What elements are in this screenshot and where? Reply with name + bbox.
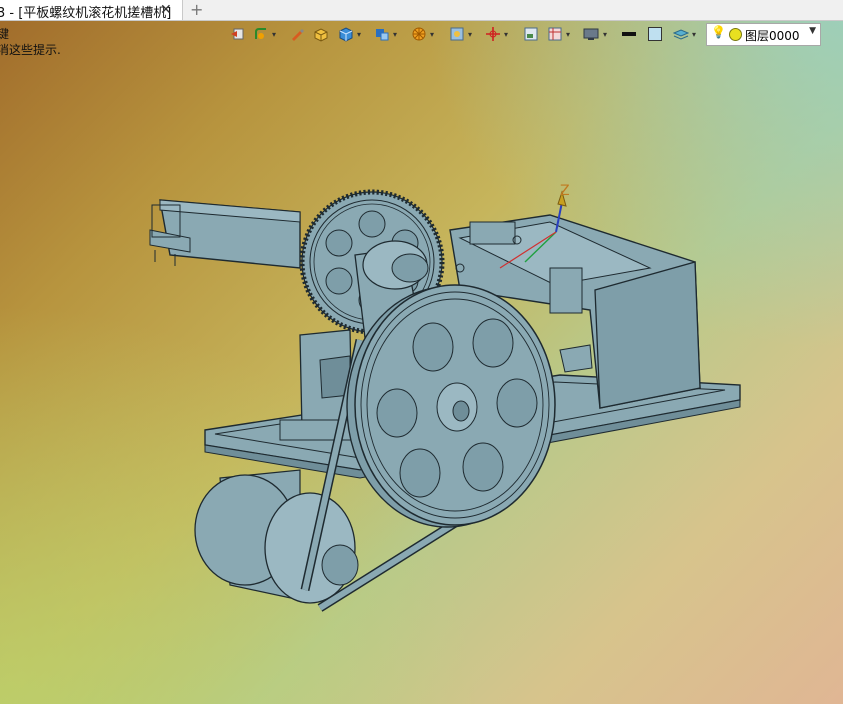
color-icon[interactable]: [646, 25, 664, 43]
layer-stack-icon[interactable]: [672, 25, 690, 43]
pulley: [346, 284, 556, 528]
undo-icon[interactable]: [228, 25, 246, 43]
z-axis-label: Z: [560, 183, 570, 199]
table-icon[interactable]: [546, 25, 564, 43]
display-icon[interactable]: [582, 25, 600, 43]
panel-icon[interactable]: [522, 25, 540, 43]
view-icon[interactable]: [448, 25, 466, 43]
new-tab-button[interactable]: +: [190, 0, 203, 19]
hint-line-1: 键: [0, 27, 10, 41]
fillet-icon[interactable]: [252, 25, 270, 43]
layer-color-icon: [729, 28, 742, 41]
document-tab-title: 3 - [平板螺纹机滚花机搓槽机]: [0, 6, 172, 21]
machine-model: Z: [149, 183, 741, 612]
pen-icon[interactable]: [288, 25, 306, 43]
line-weight-icon[interactable]: [620, 25, 638, 43]
motor: [194, 469, 359, 604]
feed-arm: [149, 199, 301, 269]
wheel-icon[interactable]: [410, 25, 428, 43]
box-icon[interactable]: [312, 25, 330, 43]
lightbulb-icon[interactable]: 💡: [711, 25, 726, 39]
layer-selector[interactable]: 💡 图层0000 ▼: [706, 23, 821, 46]
hint-line-2: 消这些提示.: [0, 43, 61, 57]
tab-bar: 3 - [平板螺纹机滚花机搓槽机] ✕ +: [0, 0, 843, 21]
close-icon[interactable]: ✕: [160, 0, 172, 20]
solid-icon[interactable]: [337, 25, 355, 43]
layer-name: 图层0000: [745, 29, 800, 43]
shape-icon[interactable]: [373, 25, 391, 43]
document-tab[interactable]: 3 - [平板螺纹机滚花机搓槽机] ✕: [0, 0, 183, 21]
chevron-down-icon[interactable]: ▼: [809, 26, 816, 36]
axis-icon[interactable]: [484, 25, 502, 43]
